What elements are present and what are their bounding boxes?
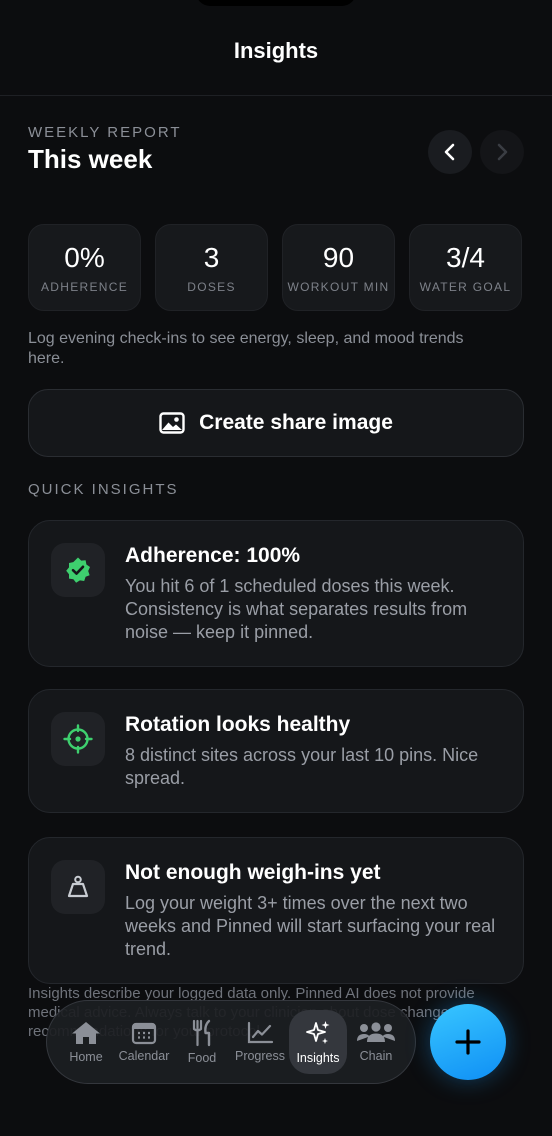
tab-label: Chain (359, 1049, 393, 1063)
stat-label: WATER GOAL (419, 279, 512, 294)
insight-card-weigh-ins: Not enough weigh-ins yet Log your weight… (28, 837, 524, 984)
insight-title: Not enough weigh-ins yet (125, 861, 381, 884)
tab-label: Progress (234, 1049, 286, 1063)
previous-week-button[interactable] (428, 130, 472, 174)
weekly-report-header: WEEKLY REPORT This week (28, 124, 524, 180)
insight-body: You hit 6 of 1 scheduled doses this week… (125, 576, 468, 642)
stat-label: WORKOUT MIN (287, 279, 390, 294)
insight-body: Log your weight 3+ times over the next t… (125, 893, 496, 959)
tab-progress[interactable]: Progress (231, 1010, 289, 1074)
weekly-report-label: WEEKLY REPORT (28, 124, 182, 141)
main-content: WEEKLY REPORT This week 0% ADHERENCE 3 D… (28, 96, 524, 984)
weekly-stats: 0% ADHERENCE 3 DOSES 90 WORKOUT MIN 3/4 … (28, 224, 524, 311)
insight-card-rotation: Rotation looks healthy 8 distinct sites … (28, 689, 524, 813)
tab-calendar[interactable]: Calendar (115, 1010, 173, 1074)
chevron-right-icon (497, 143, 508, 161)
share-button-label: Create share image (199, 411, 393, 434)
tab-label: Insights (296, 1051, 340, 1065)
plus-icon (455, 1029, 481, 1055)
top-bar: Insights (0, 0, 552, 96)
stat-value: 0% (64, 241, 105, 273)
stat-value: 3/4 (446, 241, 485, 273)
stat-water-goal: 3/4 WATER GOAL (409, 224, 522, 311)
next-week-button[interactable] (480, 130, 524, 174)
add-button[interactable] (430, 1004, 506, 1080)
create-share-image-button[interactable]: Create share image (28, 389, 524, 457)
insight-body: 8 distinct sites across your last 10 pin… (125, 745, 479, 788)
tab-insights[interactable]: Insights (289, 1010, 347, 1074)
insight-card-adherence: Adherence: 100% You hit 6 of 1 scheduled… (28, 520, 524, 667)
stat-doses: 3 DOSES (155, 224, 268, 311)
checkin-hint: Log evening check-ins to see energy, sle… (28, 330, 464, 367)
crosshair-icon (63, 724, 93, 754)
tab-home[interactable]: Home (57, 1010, 115, 1074)
weight-icon (67, 875, 89, 898)
chart-icon (247, 1021, 274, 1044)
verified-badge-icon (66, 557, 90, 583)
insight-icon-box (51, 712, 105, 766)
image-icon (159, 412, 185, 434)
stat-value: 3 (203, 241, 220, 273)
tab-chain[interactable]: Chain (347, 1010, 405, 1074)
insight-icon-box (51, 860, 105, 914)
week-title: This week (28, 144, 153, 174)
stat-adherence: 0% ADHERENCE (28, 224, 141, 311)
sparkles-icon (306, 1021, 330, 1044)
tab-food[interactable]: Food (173, 1010, 231, 1074)
tab-label: Calendar (118, 1049, 170, 1063)
stat-value: 90 (322, 241, 355, 273)
page-title: Insights (233, 38, 319, 63)
stat-workout-min: 90 WORKOUT MIN (282, 224, 395, 311)
insight-icon-box (51, 543, 105, 597)
quick-insights-label: QUICK INSIGHTS (28, 481, 179, 498)
chevron-left-icon (444, 143, 455, 161)
insight-title: Adherence: 100% (125, 544, 301, 567)
home-icon (72, 1022, 100, 1044)
bottom-tab-bar: Home Calendar Food Progress Insights Cha… (46, 1000, 416, 1084)
stat-label: ADHERENCE (40, 279, 129, 294)
insight-title: Rotation looks healthy (125, 713, 351, 736)
tab-label: Food (187, 1051, 217, 1065)
tab-label: Home (69, 1050, 103, 1064)
calendar-icon (131, 1022, 157, 1045)
fork-knife-icon (192, 1019, 211, 1047)
stat-label: DOSES (187, 279, 236, 294)
people-icon (357, 1022, 395, 1042)
